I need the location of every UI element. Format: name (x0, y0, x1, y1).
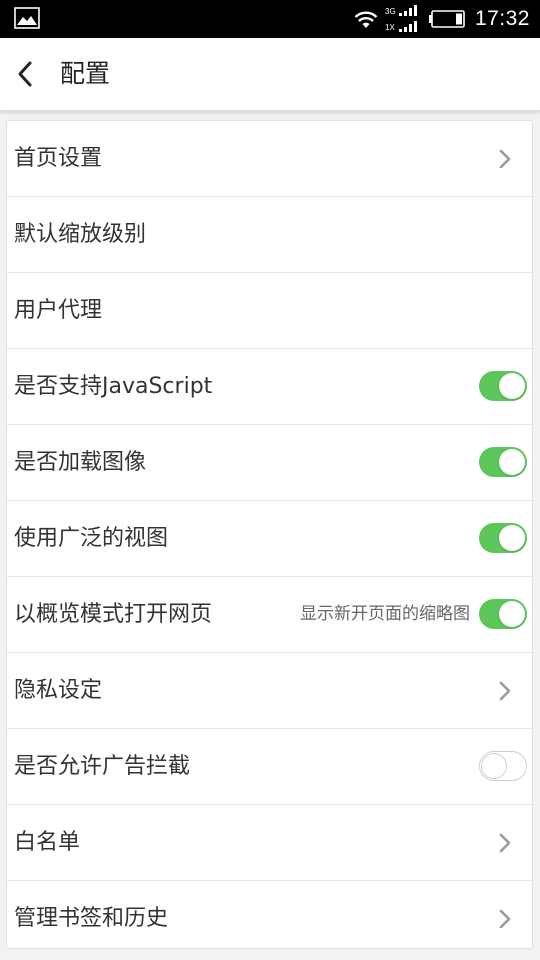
setting-homepage[interactable]: 首页设置 (7, 121, 532, 197)
setting-label: 以概览模式打开网页 (14, 602, 213, 627)
signal-icon: 3G 1X (385, 5, 417, 32)
setting-wide-viewport: 使用广泛的视图 (7, 501, 532, 577)
toggle-knob (499, 601, 525, 627)
setting-whitelist[interactable]: 白名单 (7, 805, 532, 881)
signal-top-label: 3G (385, 7, 396, 16)
setting-user-agent[interactable]: 用户代理 (7, 273, 532, 349)
toggle-knob (499, 525, 525, 551)
chevron-right-icon (499, 909, 511, 929)
status-bar: 3G 1X 17:32 (0, 0, 540, 38)
setting-label: 默认缩放级别 (14, 222, 147, 247)
setting-load-images: 是否加载图像 (7, 425, 532, 501)
settings-list: 首页设置 默认缩放级别 用户代理 是否支持JavaScript 是否加载图像 使… (6, 120, 533, 949)
setting-label: 用户代理 (14, 298, 103, 323)
chevron-right-icon (499, 833, 511, 853)
setting-sublabel: 显示新开页面的缩略图 (300, 604, 470, 624)
signal-bottom-label: 1X (385, 23, 395, 32)
wide-viewport-toggle[interactable] (479, 523, 527, 553)
status-time: 17:32 (474, 7, 530, 30)
setting-label: 首页设置 (14, 146, 103, 171)
setting-label: 是否允许广告拦截 (14, 754, 191, 779)
setting-overview-mode: 以概览模式打开网页 显示新开页面的缩略图 (7, 577, 532, 653)
setting-bookmarks-history[interactable]: 管理书签和历史 (7, 881, 532, 957)
back-button[interactable] (0, 38, 50, 110)
wifi-icon (354, 11, 378, 28)
overview-mode-toggle[interactable] (479, 599, 527, 629)
back-arrow-icon (18, 61, 32, 87)
setting-default-zoom[interactable]: 默认缩放级别 (7, 197, 532, 273)
chevron-right-icon (499, 149, 511, 169)
toggle-knob (499, 449, 525, 475)
chevron-right-icon (499, 681, 511, 701)
load-images-toggle[interactable] (479, 447, 527, 477)
setting-javascript: 是否支持JavaScript (7, 349, 532, 425)
toggle-knob (499, 373, 525, 399)
setting-label: 是否加载图像 (14, 450, 147, 475)
javascript-toggle[interactable] (479, 371, 527, 401)
ad-block-toggle[interactable] (479, 751, 527, 781)
setting-label: 是否支持JavaScript (14, 374, 213, 399)
gallery-icon (14, 7, 40, 29)
setting-label: 使用广泛的视图 (14, 526, 169, 551)
app-bar: 配置 (0, 38, 540, 111)
battery-icon (428, 10, 465, 28)
setting-label: 管理书签和历史 (14, 906, 169, 931)
toggle-knob (481, 753, 507, 779)
page-title: 配置 (60, 59, 111, 88)
setting-label: 隐私设定 (14, 678, 103, 703)
setting-ad-block: 是否允许广告拦截 (7, 729, 532, 805)
setting-privacy[interactable]: 隐私设定 (7, 653, 532, 729)
setting-label: 白名单 (14, 830, 81, 855)
